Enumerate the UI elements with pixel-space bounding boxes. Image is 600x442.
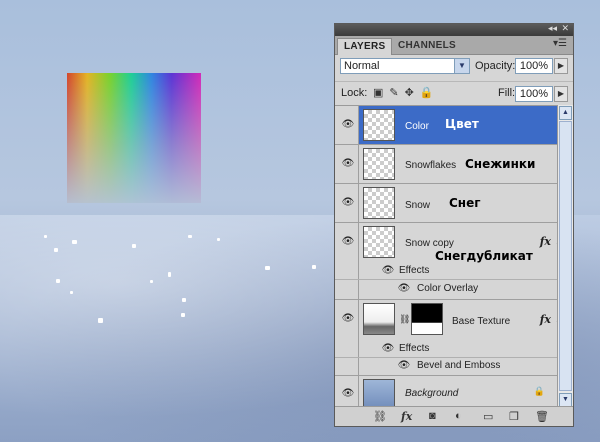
eye-icon[interactable]: 👁: [341, 119, 355, 130]
snowflake: [56, 279, 60, 283]
panel-bottom-toolbar: ⛓ fx ◙ ◐ ▭ ❐ 🗑: [335, 406, 573, 426]
effects-label: Effects: [399, 265, 430, 276]
layer-snow[interactable]: 👁 Snow Снег: [335, 184, 557, 223]
effect-label: Color Overlay: [417, 283, 479, 294]
eye-icon[interactable]: 👁: [341, 158, 355, 169]
eye-icon[interactable]: 👁: [397, 360, 411, 371]
layer-name: Color: [405, 121, 429, 132]
scroll-down-icon[interactable]: ▼: [559, 393, 572, 407]
panel-tabs: LAYERS CHANNELS ▾☰: [335, 36, 573, 55]
eye-icon[interactable]: 👁: [341, 313, 355, 324]
chevron-down-icon[interactable]: ▼: [454, 59, 469, 73]
lock-transparent-icon[interactable]: ▣: [373, 87, 389, 99]
layer-thumbnail: [363, 303, 395, 335]
collapse-icon[interactable]: ◂◂: [548, 23, 557, 34]
layer-name: Snowflakes: [405, 160, 457, 171]
opacity-input[interactable]: 100%: [515, 58, 553, 74]
new-layer-icon[interactable]: ❐: [509, 410, 519, 423]
snowflake: [150, 280, 153, 283]
snowflake: [132, 244, 136, 248]
layers-scrollbar[interactable]: ▲ ▼: [557, 105, 573, 408]
fill-input[interactable]: 100%: [515, 86, 553, 102]
effects-row[interactable]: 👁 Effects: [335, 262, 557, 280]
chain-link-icon[interactable]: ⛓: [399, 314, 410, 325]
tab-channels[interactable]: CHANNELS: [392, 38, 462, 54]
layer-thumbnail: [363, 226, 395, 258]
effects-label: Effects: [399, 343, 430, 354]
close-icon[interactable]: ✕: [561, 23, 569, 34]
panel-menu-icon[interactable]: ▾☰: [553, 38, 567, 49]
blend-mode-select[interactable]: Normal ▼: [340, 58, 470, 74]
layer-snowflakes[interactable]: 👁 Snowflakes Снежинки: [335, 145, 557, 184]
opacity-label: Opacity:: [475, 60, 516, 72]
scroll-thumb[interactable]: [559, 121, 572, 391]
layer-thumbnail: [363, 148, 395, 180]
effect-label: Bevel and Emboss: [417, 360, 501, 371]
layer-snow-copy[interactable]: 👁 Snow copy Снегдубликат fx ▲ 👁 Effects …: [335, 223, 557, 300]
layer-annotation: Цвет: [445, 117, 479, 131]
layer-color[interactable]: 👁 Color Цвет: [335, 106, 557, 145]
opacity-slider-button[interactable]: ▶: [554, 58, 568, 74]
layer-annotation: Снегдубликат: [435, 249, 533, 263]
layer-mask-thumbnail[interactable]: [411, 303, 443, 335]
link-layers-icon[interactable]: ⛓: [373, 410, 387, 423]
eye-icon[interactable]: 👁: [341, 388, 355, 399]
effects-row[interactable]: 👁 Effects: [335, 340, 557, 358]
add-mask-icon[interactable]: ◙: [429, 410, 436, 422]
blend-mode-value: Normal: [344, 60, 380, 72]
snowflake: [72, 240, 77, 244]
snowflake: [182, 298, 186, 302]
lock-icons: ▣✎✥🔒: [373, 86, 440, 99]
layer-name: Base Texture: [452, 316, 511, 327]
lock-all-icon[interactable]: 🔒: [420, 87, 440, 99]
add-style-icon[interactable]: fx: [401, 410, 412, 423]
layer-name: Snow copy: [405, 238, 454, 249]
layer-background[interactable]: 👁 Background 🔒: [335, 376, 557, 409]
eye-icon[interactable]: 👁: [381, 343, 395, 354]
eye-icon[interactable]: 👁: [341, 236, 355, 247]
lock-position-icon[interactable]: ✥: [405, 87, 420, 99]
lock-label: Lock:: [341, 87, 368, 99]
layers-panel: ◂◂ ✕ LAYERS CHANNELS ▾☰ Normal ▼ Opacity…: [334, 23, 574, 427]
lock-icon: 🔒: [533, 386, 545, 396]
snowflake: [181, 313, 185, 317]
layer-annotation: Снег: [449, 196, 481, 210]
scroll-up-icon[interactable]: ▲: [559, 106, 572, 120]
delete-layer-icon[interactable]: 🗑: [535, 410, 549, 423]
layer-thumbnail: [363, 187, 395, 219]
eye-icon[interactable]: 👁: [381, 265, 395, 276]
layers-list: 👁 Color Цвет 👁 Snowflakes Снежинки 👁 Sno…: [335, 105, 557, 409]
fill-label: Fill:: [498, 87, 516, 99]
layer-name: Background: [405, 388, 459, 399]
snowflake: [70, 291, 73, 294]
eye-icon[interactable]: 👁: [397, 283, 411, 294]
fill-slider-button[interactable]: ▶: [554, 86, 568, 102]
eye-icon[interactable]: 👁: [341, 197, 355, 208]
snowflake: [54, 248, 58, 252]
effect-row[interactable]: 👁 Color Overlay: [335, 280, 557, 298]
snowflake: [312, 265, 316, 269]
blend-row: Normal ▼ Opacity: 100% ▶: [335, 56, 573, 78]
snowflake: [188, 235, 192, 238]
lock-image-icon[interactable]: ✎: [389, 87, 404, 99]
snowflake: [217, 238, 220, 241]
effect-row[interactable]: 👁 Bevel and Emboss: [335, 358, 557, 376]
layer-thumbnail: [363, 379, 395, 407]
fx-icon[interactable]: fx: [540, 235, 551, 248]
lock-row: Lock: ▣✎✥🔒 Fill: 100% ▶: [335, 81, 573, 104]
fx-icon[interactable]: fx: [540, 313, 551, 326]
layer-name: Snow: [405, 200, 431, 211]
new-group-icon[interactable]: ▭: [483, 410, 493, 423]
color-gradient-swatch: [67, 73, 201, 203]
snowflake: [98, 318, 103, 323]
layer-base-texture[interactable]: 👁 ⛓ Base Texture fx ▲ 👁 Effects 👁 Bevel …: [335, 300, 557, 376]
snowflake: [44, 235, 47, 238]
tab-layers[interactable]: LAYERS: [337, 38, 393, 55]
snowflake: [168, 272, 171, 277]
snowflake: [265, 266, 270, 270]
panel-titlebar: ◂◂ ✕: [335, 23, 573, 36]
adjustment-layer-icon[interactable]: ◐: [455, 410, 462, 422]
layer-annotation: Снежинки: [465, 157, 536, 171]
layer-thumbnail: [363, 109, 395, 141]
